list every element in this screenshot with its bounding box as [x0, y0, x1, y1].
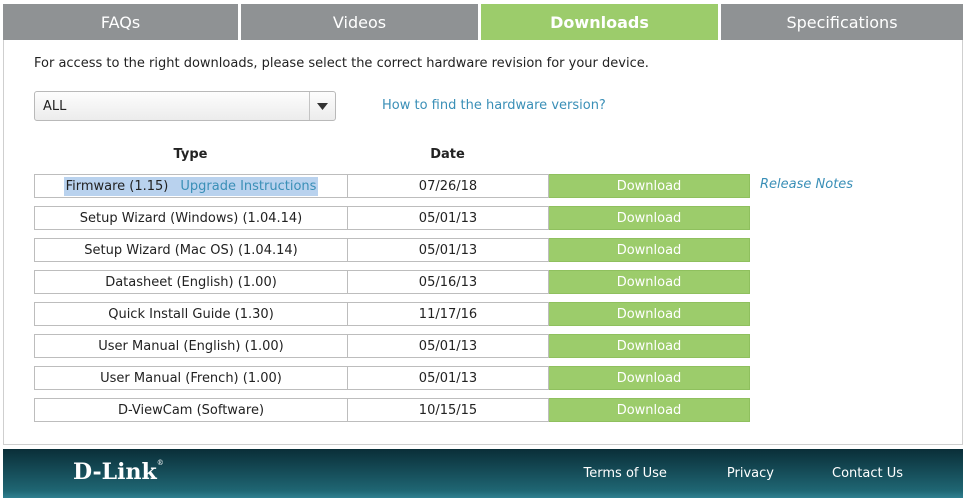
table-header: Type Date [34, 147, 749, 163]
cell-type: Firmware (1.15) Upgrade Instructions [34, 174, 348, 198]
site-footer: D-Link® Terms of Use Privacy Contact Us [3, 449, 963, 498]
cell-type: Quick Install Guide (1.30) [34, 302, 348, 326]
cell-date: 11/17/16 [348, 302, 549, 326]
tab-faqs[interactable]: FAQs [3, 4, 238, 40]
table-row: User Manual (English) (1.00) 05/01/13 Do… [34, 334, 934, 358]
tab-specifications[interactable]: Specifications [721, 4, 963, 40]
footer-links: Terms of Use Privacy Contact Us [584, 466, 903, 481]
type-label: Firmware (1.15) [65, 178, 169, 194]
header-date: Date [430, 147, 465, 162]
table-row: D-ViewCam (Software) 10/15/15 Download [34, 398, 934, 422]
table-row: Datasheet (English) (1.00) 05/16/13 Down… [34, 270, 934, 294]
tab-videos[interactable]: Videos [241, 4, 478, 40]
terms-of-use-link[interactable]: Terms of Use [584, 466, 667, 481]
cell-date: 05/01/13 [348, 366, 549, 390]
downloads-table: Firmware (1.15) Upgrade Instructions 07/2… [34, 174, 934, 430]
registered-mark: ® [156, 459, 164, 467]
download-button[interactable]: Download [549, 174, 750, 198]
cell-type: User Manual (English) (1.00) [34, 334, 348, 358]
chevron-down-icon[interactable] [309, 92, 335, 120]
cell-date: 10/15/15 [348, 398, 549, 422]
download-button[interactable]: Download [549, 366, 750, 390]
tab-downloads[interactable]: Downloads [481, 4, 718, 40]
table-row: User Manual (French) (1.00) 05/01/13 Dow… [34, 366, 934, 390]
download-button[interactable]: Download [549, 206, 750, 230]
cell-date: 05/01/13 [348, 238, 549, 262]
table-row: Quick Install Guide (1.30) 11/17/16 Down… [34, 302, 934, 326]
select-value: ALL [43, 99, 67, 114]
download-button[interactable]: Download [549, 334, 750, 358]
table-row: Setup Wizard (Windows) (1.04.14) 05/01/1… [34, 206, 934, 230]
privacy-link[interactable]: Privacy [727, 466, 774, 481]
upgrade-instructions-link[interactable]: Upgrade Instructions [180, 179, 316, 194]
release-notes-link[interactable]: Release Notes [760, 177, 853, 192]
table-row: Firmware (1.15) Upgrade Instructions 07/2… [34, 174, 934, 198]
cell-type: Setup Wizard (Windows) (1.04.14) [34, 206, 348, 230]
download-button[interactable]: Download [549, 238, 750, 262]
table-row: Setup Wizard (Mac OS) (1.04.14) 05/01/13… [34, 238, 934, 262]
downloads-panel: For access to the right downloads, pleas… [3, 40, 963, 445]
cell-type: D-ViewCam (Software) [34, 398, 348, 422]
download-button[interactable]: Download [549, 270, 750, 294]
download-button[interactable]: Download [549, 302, 750, 326]
contact-us-link[interactable]: Contact Us [832, 466, 903, 481]
cell-date: 05/01/13 [348, 206, 549, 230]
hardware-revision-select[interactable]: ALL [34, 91, 336, 121]
logo-text: D-Link [73, 459, 157, 485]
cell-date: 07/26/18 [348, 174, 549, 198]
cell-date: 05/16/13 [348, 270, 549, 294]
cell-type: User Manual (French) (1.00) [34, 366, 348, 390]
cell-type: Setup Wizard (Mac OS) (1.04.14) [34, 238, 348, 262]
cell-date: 05/01/13 [348, 334, 549, 358]
howto-hardware-version-link[interactable]: How to find the hardware version? [382, 98, 606, 113]
dlink-logo[interactable]: D-Link® [73, 459, 164, 485]
highlighted-selection: Firmware (1.15) Upgrade Instructions [63, 176, 319, 196]
intro-text: For access to the right downloads, pleas… [34, 56, 649, 71]
download-button[interactable]: Download [549, 398, 750, 422]
header-type: Type [173, 147, 208, 162]
tab-bar: FAQs Videos Downloads Specifications [3, 4, 963, 40]
cell-type: Datasheet (English) (1.00) [34, 270, 348, 294]
